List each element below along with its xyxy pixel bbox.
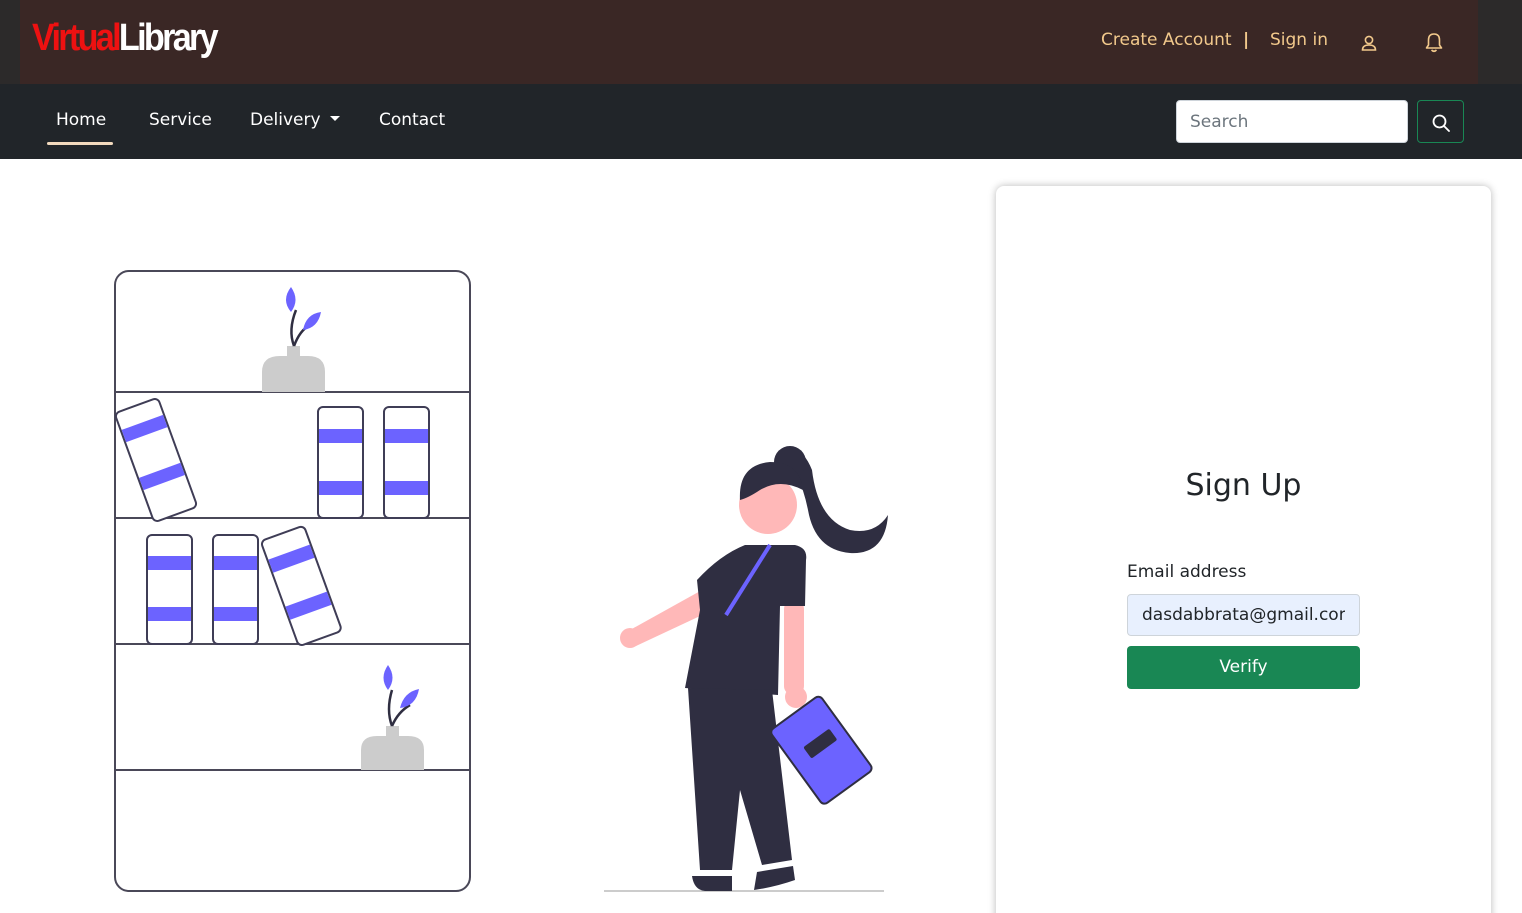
email-field[interactable] — [1127, 594, 1360, 636]
search-icon — [1432, 114, 1450, 132]
nav-active-indicator — [47, 142, 113, 145]
nav-item-delivery[interactable]: Delivery — [250, 108, 340, 132]
verify-button[interactable]: Verify — [1127, 646, 1360, 689]
search-input[interactable] — [1176, 100, 1408, 143]
plant-bottom-graphic — [361, 665, 424, 770]
nav-item-delivery-label: Delivery — [250, 110, 321, 130]
top-header-background: VirtualLibrary Create Account | Sign in — [0, 0, 1522, 84]
books-row-1-graphic — [114, 398, 430, 522]
email-label: Email address — [1127, 562, 1247, 582]
top-header: VirtualLibrary — [20, 0, 1478, 84]
sign-in-link[interactable]: Sign in — [1270, 27, 1328, 53]
search-button[interactable] — [1417, 100, 1464, 143]
woman-figure-graphic — [620, 446, 888, 891]
nav-item-contact[interactable]: Contact — [379, 108, 445, 132]
header-separator: | — [1243, 30, 1250, 50]
plant-top-graphic — [262, 287, 325, 392]
main-navbar: Home Service Delivery Contact — [0, 84, 1522, 159]
create-account-link[interactable]: Create Account — [1101, 27, 1232, 53]
logo-text-virtual: Virtual — [32, 17, 122, 59]
signup-card: Sign Up Email address Verify — [996, 186, 1491, 913]
logo-text-library: Library — [118, 17, 219, 59]
site-logo[interactable]: VirtualLibrary — [32, 16, 219, 60]
user-icon[interactable] — [1359, 33, 1379, 53]
library-illustration — [114, 270, 888, 892]
bell-icon[interactable] — [1423, 31, 1443, 53]
signup-title: Sign Up — [1185, 468, 1302, 503]
chevron-down-icon — [329, 115, 340, 121]
nav-item-home[interactable]: Home — [56, 108, 106, 132]
books-row-2-graphic — [146, 525, 342, 647]
nav-item-service[interactable]: Service — [149, 108, 212, 132]
